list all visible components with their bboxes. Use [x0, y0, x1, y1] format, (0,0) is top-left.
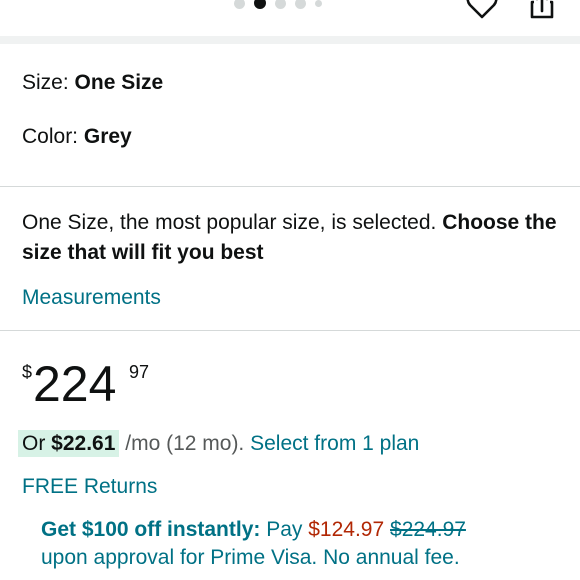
color-selection: Color: Grey — [22, 125, 132, 149]
size-recommendation: One Size, the most popular size, is sele… — [22, 208, 562, 268]
promo-details: upon approval for Prime Visa. No annual … — [41, 546, 460, 569]
carousel-dot[interactable] — [275, 0, 286, 9]
size-selection: Size: One Size — [22, 71, 163, 95]
monthly-highlight: Or $22.61 — [18, 430, 120, 457]
promo-pay-label: Pay — [260, 518, 309, 541]
divider — [0, 186, 580, 187]
select-plan-link[interactable]: Select from 1 plan — [250, 432, 419, 455]
prime-visa-promo[interactable]: Get $100 off instantly: Pay $124.97 $224… — [41, 516, 561, 572]
monthly-prefix: Or — [22, 432, 52, 455]
size-label: Size: — [22, 71, 75, 94]
price-fraction: 97 — [129, 362, 150, 382]
monthly-term: /mo (12 mo). — [119, 432, 251, 455]
divider — [0, 330, 580, 331]
monthly-amount: $22.61 — [51, 432, 116, 455]
promo-old-price: $224.97 — [390, 518, 466, 541]
carousel-dot[interactable] — [315, 0, 322, 7]
color-label: Color: — [22, 125, 84, 148]
image-carousel-strip — [0, 0, 580, 36]
monthly-payment-offer: Or $22.61 /mo (12 mo). Select from 1 pla… — [18, 430, 419, 457]
price-currency: $ — [22, 362, 33, 382]
size-note: One Size, the most popular size, is sele… — [22, 211, 443, 234]
promo-new-price: $124.97 — [308, 518, 385, 541]
carousel-dot[interactable] — [234, 0, 245, 9]
carousel-dot-active[interactable] — [254, 0, 266, 9]
carousel-dot[interactable] — [295, 0, 306, 9]
carousel-indicator[interactable] — [234, 0, 322, 10]
promo-headline: Get $100 off instantly: — [41, 518, 261, 541]
free-returns-link[interactable]: FREE Returns — [22, 475, 157, 499]
measurements-link[interactable]: Measurements — [22, 286, 161, 310]
price-whole: 224 — [33, 356, 117, 412]
heart-icon[interactable] — [466, 0, 498, 20]
section-separator-band — [0, 36, 580, 44]
color-value: Grey — [83, 125, 132, 148]
share-icon[interactable] — [529, 0, 555, 20]
size-value: One Size — [74, 71, 164, 94]
